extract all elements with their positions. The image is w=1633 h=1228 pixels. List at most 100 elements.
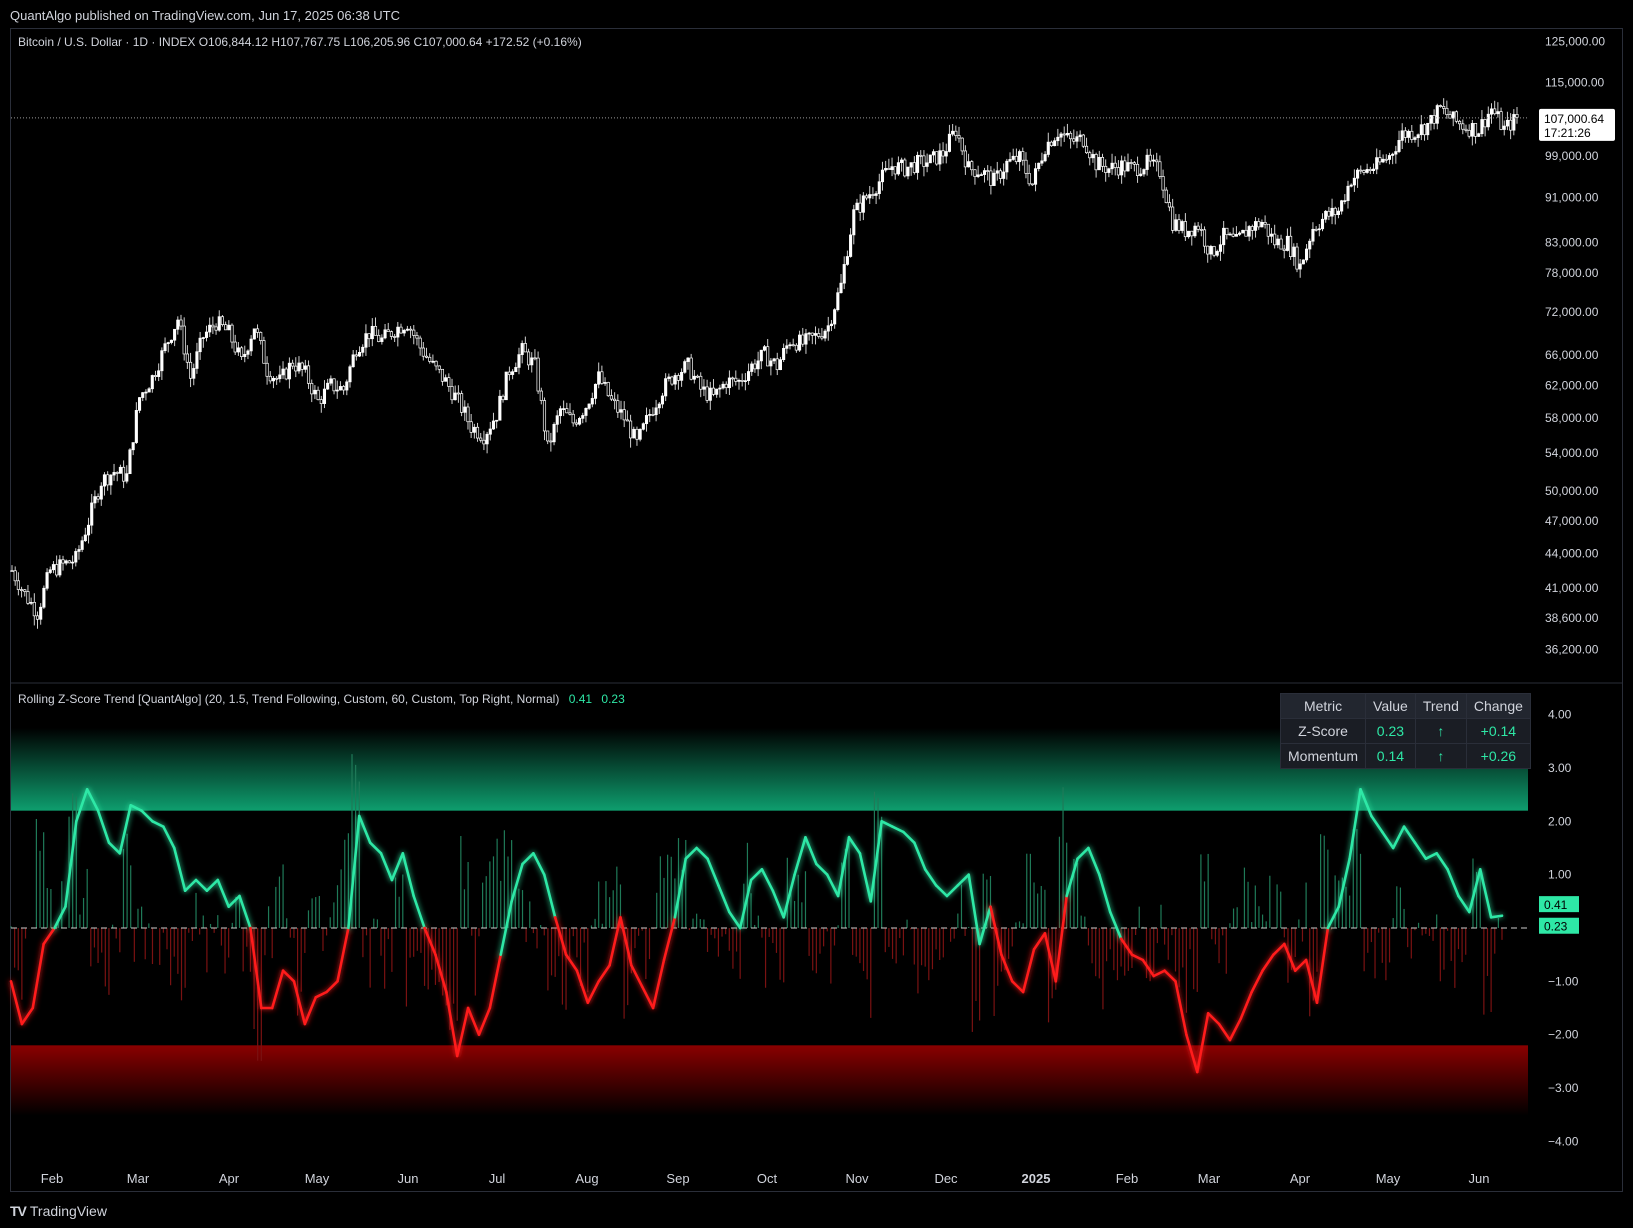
zscore-segment: [956, 873, 971, 887]
candle-down: [306, 365, 311, 384]
zscore-segment: [923, 868, 938, 887]
candle-up: [29, 602, 33, 604]
candle-up: [861, 195, 865, 213]
candle-up: [313, 389, 317, 395]
zscore-segment: [1119, 937, 1134, 956]
candle-down: [1473, 123, 1478, 137]
zscore-segment: [1000, 953, 1014, 983]
candle-up: [772, 358, 776, 362]
candle-down: [1279, 238, 1283, 250]
candle-down: [1014, 155, 1018, 163]
candle-down: [1049, 141, 1054, 147]
candle-up: [884, 168, 888, 171]
zscore-segment: [706, 857, 720, 887]
candle-down: [1448, 114, 1452, 119]
candle-down: [460, 393, 464, 413]
candle-down: [1384, 158, 1388, 161]
candle-up: [654, 407, 658, 416]
candle-down: [262, 340, 266, 364]
candle-up: [852, 209, 856, 236]
candle-up: [1002, 171, 1006, 179]
zscore-segment: [542, 873, 557, 919]
candle-up: [1416, 134, 1420, 139]
candle-up: [504, 371, 508, 401]
candle-down: [766, 346, 770, 367]
indicator-tick-label: −4.00: [1548, 1134, 1579, 1148]
candle-up: [1209, 246, 1213, 255]
candle-down: [1206, 245, 1210, 255]
candle-up: [1356, 169, 1360, 179]
candle-down: [941, 150, 945, 157]
zscore-segment: [194, 878, 209, 892]
candle-up: [648, 414, 652, 416]
candle-up: [1065, 132, 1069, 136]
candle-up: [125, 473, 129, 482]
candle-up: [1174, 219, 1178, 231]
candle-down: [629, 420, 633, 439]
candle-up: [657, 403, 661, 409]
candle-up: [287, 362, 291, 380]
candle-up: [345, 381, 349, 391]
candle-down: [291, 362, 295, 367]
indicator-legend-text: Rolling Z-Score Trend [QuantAlgo] (20, 1…: [18, 692, 560, 706]
tradingview-footer[interactable]: TV TradingView: [10, 1203, 107, 1219]
candle-up: [485, 433, 489, 445]
zscore-segment: [575, 969, 590, 1004]
candle-up: [782, 348, 786, 360]
candle-up: [1489, 108, 1494, 115]
metrics-table: Metric Value Trend Change Z-Score 0.23 ↑…: [1279, 693, 1531, 769]
candle-down: [61, 559, 65, 564]
candle-down: [922, 155, 926, 167]
candle-up: [1365, 169, 1369, 173]
indicator-tick-label: −2.00: [1548, 1028, 1579, 1042]
zscore-segment: [913, 841, 927, 871]
candle-up: [144, 391, 148, 394]
candle-up: [1056, 136, 1060, 142]
candle-down: [310, 382, 314, 395]
zscore-segment: [401, 852, 415, 898]
candle-up: [1075, 136, 1079, 142]
price-candles: [10, 98, 1519, 629]
candle-down: [919, 154, 923, 157]
zscore-segment: [227, 894, 241, 908]
time-axis-label: Mar: [1198, 1171, 1221, 1186]
candle-up: [660, 395, 665, 405]
candle-up: [1139, 173, 1143, 176]
candle-up: [1340, 200, 1344, 212]
candle-up: [769, 360, 773, 367]
candle-down: [954, 130, 958, 136]
candle-down: [871, 194, 875, 196]
candle-down: [255, 328, 260, 333]
candle-down: [1458, 120, 1462, 125]
metrics-cell-change: +0.14: [1465, 718, 1531, 744]
candle-down: [373, 325, 378, 336]
candle-down: [734, 377, 738, 382]
lower-zone: [11, 1045, 1528, 1116]
chart-canvas[interactable]: 125,000.00 115,000.00 99,000.00 91,000.00 83…: [0, 0, 1633, 1228]
candle-up: [488, 428, 492, 435]
candle-up: [683, 361, 687, 373]
candle-down: [817, 333, 821, 337]
time-axis-label: Dec: [934, 1171, 958, 1186]
candle-down: [1113, 162, 1117, 168]
candle-up: [558, 408, 562, 417]
candle-up: [1053, 140, 1057, 147]
zscore-segment: [880, 820, 894, 828]
zscore-segment: [1108, 910, 1123, 940]
candle-up: [51, 564, 56, 571]
candle-down: [479, 437, 483, 441]
candle-up: [134, 410, 138, 443]
time-axis-label: Apr: [219, 1171, 240, 1186]
zscore-segment: [1337, 857, 1351, 908]
candle-up: [578, 418, 582, 425]
candle-up: [823, 330, 827, 339]
candle-up: [1222, 227, 1226, 246]
candle-up: [1512, 114, 1516, 131]
candle-down: [440, 368, 445, 382]
metrics-cell-metric: Momentum: [1279, 743, 1367, 769]
candle-up: [303, 365, 307, 370]
candle-up: [1426, 122, 1430, 136]
candle-up: [845, 256, 849, 265]
candle-up: [246, 350, 250, 355]
candle-up: [166, 342, 170, 345]
